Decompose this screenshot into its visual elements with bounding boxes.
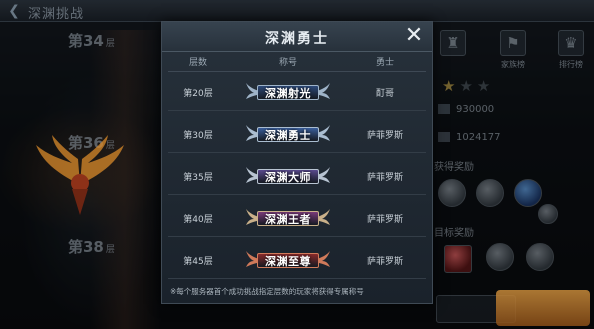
abyss-warrior-dialog: 深渊勇士 ✕ 层数 称号 勇士 第20层 深渊射光 酊哥 第30层 深渊勇士 萨菲罗斯 第3…: [161, 21, 433, 304]
score-value: 1024177: [456, 132, 501, 143]
trophy-icon: ♛: [558, 30, 584, 56]
header-divider: [168, 71, 426, 72]
score-row: 1024177: [438, 132, 501, 143]
target-reward-label: 目标奖励: [434, 228, 474, 239]
castle-icon: ♜: [440, 30, 466, 56]
flame-wings-emblem-icon: [36, 135, 124, 215]
row-player-name: 萨菲罗斯: [366, 257, 403, 267]
title-badge: 深渊勇士: [244, 120, 332, 148]
family-rank-button[interactable]: ⚑ 家族榜: [498, 30, 528, 76]
star-rating: ★★★: [442, 77, 494, 95]
row-player-name: 萨菲罗斯: [366, 173, 403, 183]
score-key: [438, 104, 450, 114]
back-arrow-icon[interactable]: ❮: [4, 2, 24, 20]
badge-text: 深渊勇士: [257, 127, 319, 142]
row-player-name: 酊哥: [375, 89, 394, 99]
row-floor: 第35层: [183, 173, 213, 183]
top-bar: ❮ 深渊挑战: [0, 0, 594, 22]
row-player-name: 萨菲罗斯: [366, 215, 403, 225]
dialog-title: 深渊勇士: [265, 31, 329, 47]
leaderboard-button[interactable]: ♛ 排行榜: [556, 30, 586, 76]
floor-marker: 第34 层: [68, 30, 115, 51]
right-info-panel: ♜ ⚑ 家族榜 ♛ 排行榜 ★★★ 930000 1024177 获得奖励 目标…: [430, 22, 594, 329]
target-reward-item-icon[interactable]: [444, 245, 472, 273]
floor-number: 第34: [68, 32, 104, 50]
star-icon: ★: [442, 77, 460, 95]
badge-text: 深渊王者: [257, 211, 319, 226]
screen-title: 深渊挑战: [28, 7, 85, 22]
table-row: 第30层 深渊勇士 萨菲罗斯: [168, 115, 426, 153]
castle-button[interactable]: ♜: [438, 30, 468, 76]
dialog-note: ※每个服务器首个成功挑战指定层数的玩家将获得专属称号: [170, 287, 364, 296]
badge-text: 深渊至尊: [257, 253, 319, 268]
row-floor: 第45层: [183, 257, 213, 267]
reward-orb-icon[interactable]: [438, 179, 466, 207]
row-floor: 第40层: [183, 215, 213, 225]
title-badge: 深渊至尊: [244, 246, 332, 274]
column-header-player: 勇士: [375, 58, 394, 68]
floor-unit: 层: [105, 245, 115, 255]
target-reward-item-icon[interactable]: [486, 243, 514, 271]
table-row: 第45层 深渊至尊 萨菲罗斯: [168, 241, 426, 279]
badge-text: 深渊大师: [257, 169, 319, 184]
reward-orb-icon[interactable]: [538, 204, 558, 224]
title-badge: 深渊大师: [244, 162, 332, 190]
site-watermark-logo: [496, 290, 590, 326]
family-rank-label: 家族榜: [501, 60, 525, 69]
floor-unit: 层: [105, 39, 115, 49]
floor-number: 第38: [68, 238, 104, 256]
score-key: [438, 132, 450, 142]
target-reward-item-icon[interactable]: [526, 243, 554, 271]
family-rank-icon: ⚑: [500, 30, 526, 56]
table-row: 第35层 深渊大师 萨菲罗斯: [168, 157, 426, 195]
row-floor: 第20层: [183, 89, 213, 99]
reward-orb-icon[interactable]: [476, 179, 504, 207]
lightning-orb-icon[interactable]: [514, 179, 542, 207]
leaderboard-label: 排行榜: [559, 60, 583, 69]
table-row: 第20层 深渊射光 酊哥: [168, 73, 426, 111]
score-row: 930000: [438, 104, 494, 115]
column-header-title: 称号: [278, 58, 297, 68]
column-header-floor: 层数: [188, 58, 207, 68]
score-value: 930000: [456, 104, 495, 115]
title-badge: 深渊王者: [244, 204, 332, 232]
star-icon: ★: [476, 77, 495, 95]
dialog-header: 深渊勇士 ✕: [162, 22, 432, 52]
close-icon[interactable]: ✕: [402, 25, 426, 49]
badge-text: 深渊射光: [257, 85, 319, 100]
floor-marker: 第38 层: [68, 236, 115, 257]
table-row: 第40层 深渊王者 萨菲罗斯: [168, 199, 426, 237]
row-player-name: 萨菲罗斯: [366, 131, 403, 141]
reward-label: 获得奖励: [434, 162, 474, 173]
star-icon: ★: [459, 77, 477, 95]
title-badge: 深渊射光: [244, 78, 332, 106]
row-floor: 第30层: [183, 131, 213, 141]
